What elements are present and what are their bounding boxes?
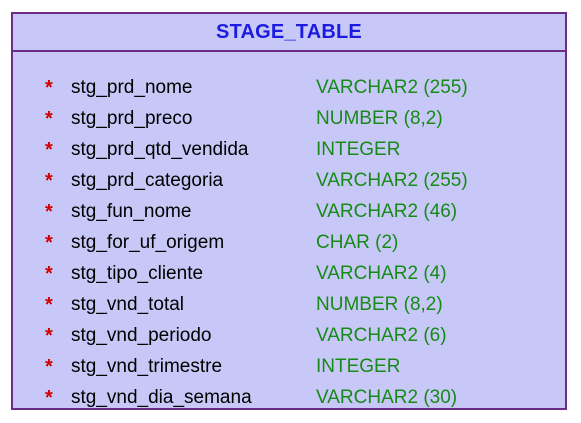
column-row[interactable]: * stg_prd_categoria VARCHAR2 (255) [13,165,565,196]
column-type: VARCHAR2 (46) [316,201,458,222]
required-marker: * [45,170,53,192]
column-type: CHAR (2) [316,232,399,253]
column-row[interactable]: * stg_vnd_periodo VARCHAR2 (6) [13,320,565,351]
required-marker: * [45,356,53,378]
column-row[interactable]: * stg_for_uf_origem CHAR (2) [13,227,565,258]
column-type: VARCHAR2 (4) [316,263,447,284]
column-name: stg_vnd_trimestre [71,356,223,377]
required-marker: * [45,77,53,99]
column-name: stg_prd_nome [71,77,193,98]
column-name: stg_prd_preco [71,108,193,129]
column-name: stg_prd_qtd_vendida [71,139,249,160]
entity-title: STAGE_TABLE [216,20,362,43]
column-type: NUMBER (8,2) [316,294,443,315]
required-marker: * [45,108,53,130]
column-name: stg_vnd_total [71,294,185,315]
column-row[interactable]: * stg_fun_nome VARCHAR2 (46) [13,196,565,227]
entity-box[interactable]: STAGE_TABLE * stg_prd_nome VARCHAR2 (255) *… [11,12,567,410]
column-type: NUMBER (8,2) [316,108,443,129]
required-marker: * [45,201,53,223]
column-name: stg_vnd_periodo [71,325,212,346]
column-name: stg_fun_nome [71,201,192,222]
column-type: VARCHAR2 (255) [316,77,468,98]
column-row[interactable]: * stg_prd_nome VARCHAR2 (255) [13,72,565,103]
column-row[interactable]: * stg_vnd_trimestre INTEGER [13,351,565,382]
column-type: VARCHAR2 (30) [316,387,458,408]
column-type: VARCHAR2 (255) [316,170,468,191]
column-row[interactable]: * stg_tipo_cliente VARCHAR2 (4) [13,258,565,289]
required-marker: * [45,263,53,285]
required-marker: * [45,294,53,316]
required-marker: * [45,325,53,347]
column-name: stg_tipo_cliente [71,263,204,284]
column-row[interactable]: * stg_prd_preco NUMBER (8,2) [13,103,565,134]
column-name: stg_prd_categoria [71,170,224,191]
column-row[interactable]: * stg_vnd_dia_semana VARCHAR2 (30) [13,382,565,413]
column-name: stg_vnd_dia_semana [71,387,252,408]
entity-header: STAGE_TABLE [13,14,565,52]
column-row[interactable]: * stg_prd_qtd_vendida INTEGER [13,134,565,165]
column-type: INTEGER [316,139,401,160]
column-name: stg_for_uf_origem [71,232,225,253]
column-row[interactable]: * stg_vnd_total NUMBER (8,2) [13,289,565,320]
required-marker: * [45,387,53,409]
required-marker: * [45,232,53,254]
required-marker: * [45,139,53,161]
column-type: VARCHAR2 (6) [316,325,447,346]
column-type: INTEGER [316,356,401,377]
